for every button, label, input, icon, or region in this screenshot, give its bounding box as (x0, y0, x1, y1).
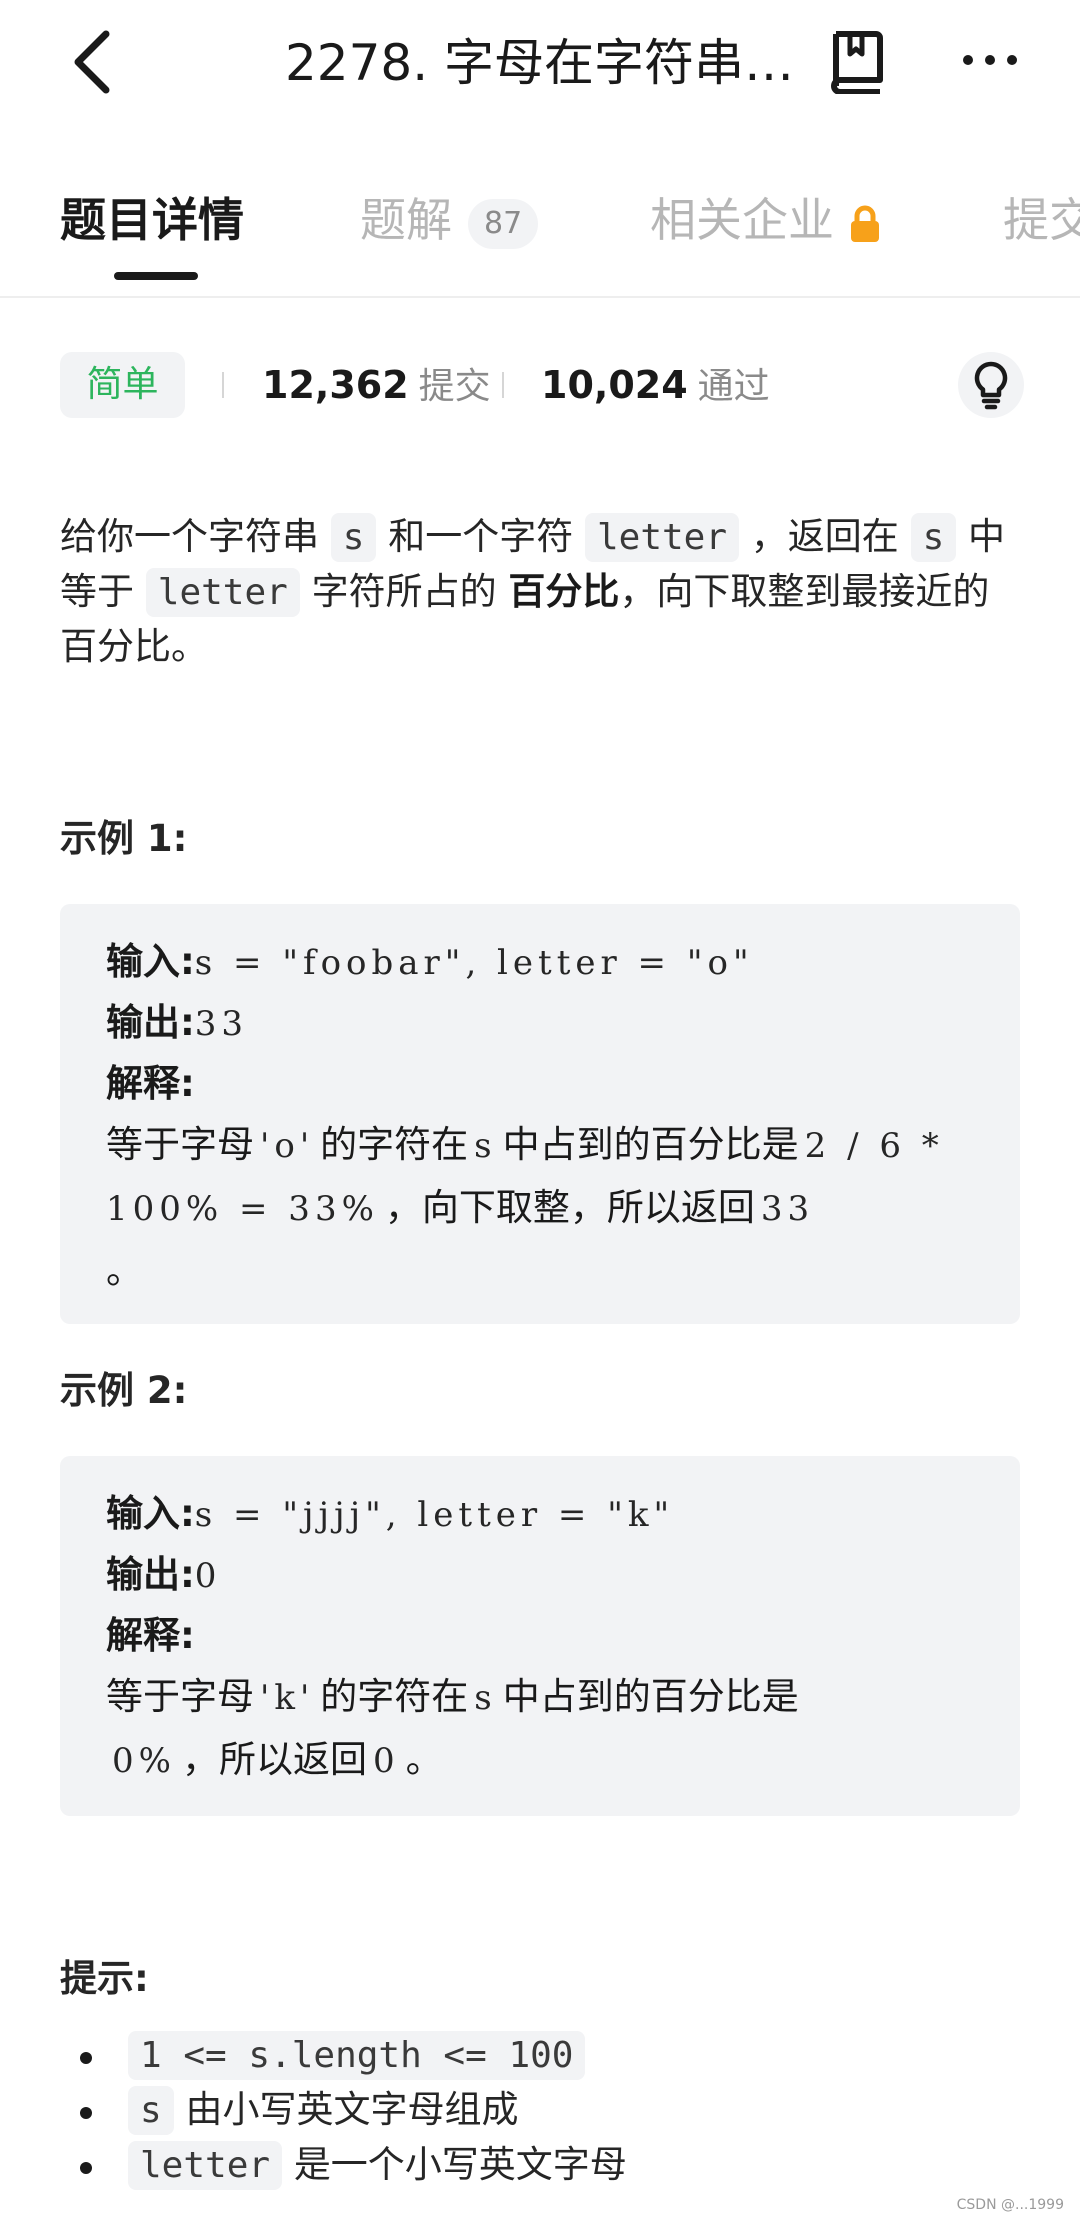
example-output: 输出:33 (106, 993, 974, 1054)
explain-text: 的字符在 (320, 1675, 469, 1718)
explain-text: 中占到的百分比是 (502, 1675, 799, 1718)
tip-item: 1 <= s.length <= 100 (80, 2028, 1028, 2083)
example-output: 输出:0 (106, 1545, 974, 1606)
explain-code: 0% (112, 1741, 176, 1781)
desc-text: 和一个字符 (388, 515, 574, 558)
explain-text: 。 (405, 1738, 443, 1781)
explain-text: ，所以返回 (181, 1738, 367, 1781)
header-bar: 2278. 字母在字符串… (0, 0, 1080, 125)
accepted-label: 通过 (697, 366, 770, 407)
desc-bold-text: 百分比 (508, 570, 620, 613)
output-value: 0 (194, 1556, 222, 1596)
input-label: 输入: (106, 940, 195, 983)
explain-code: 33 (760, 1189, 815, 1229)
tip-item: letter 是一个小写英文字母 (80, 2138, 1028, 2193)
tip-code: s (128, 2086, 174, 2135)
explain-label: 解释: (106, 1614, 195, 1657)
tab-label: 相关企业 (650, 193, 834, 247)
tab-label: 提交 (1003, 193, 1080, 247)
accepted-number: 10,024 (541, 363, 688, 407)
example-explanation: 等于字母'o' 的字符在 s 中占到的百分比是 2 / 6 * 100% = 33% ，向… (106, 1114, 974, 1302)
tips-title: 提示: (60, 1957, 149, 2000)
explain-label: 解释: (106, 1062, 195, 1105)
output-label: 输出: (106, 1001, 195, 1044)
explain-text: 等于字母 (106, 1123, 254, 1166)
output-value: 33 (194, 1004, 249, 1044)
tab-label: 题解 (360, 193, 452, 247)
tips-list: 1 <= s.length <= 100 s 由小写英文字母组成 letter … (80, 2028, 1028, 2193)
example-explanation: 等于字母'k' 的字符在 s 中占到的百分比是 0% ，所以返回 0。 (106, 1666, 974, 1792)
example-1-block: 输入:s = "foobar", letter = "o" 输出:33 解释: … (60, 904, 1020, 1324)
submission-count: 12,362 提交 (262, 352, 491, 418)
example-input: 输入:s = "foobar", letter = "o" (106, 932, 974, 993)
output-label: 输出: (106, 1553, 195, 1596)
lightbulb-icon (974, 361, 1008, 410)
example-input: 输入:s = "jjjj", letter = "k" (106, 1484, 974, 1545)
example-explanation-label: 解释: (106, 1054, 974, 1114)
chevron-left-icon[interactable] (62, 28, 122, 96)
book-icon[interactable] (828, 28, 888, 94)
example-2-title: 示例 2: (60, 1369, 188, 1412)
inline-code: s (910, 513, 957, 562)
difficulty-badge: 简单 (60, 352, 185, 418)
problem-description: 给你一个字符串 s 和一个字符 letter ，返回在 s 中等于 letter… (60, 510, 1025, 674)
explain-code: s (474, 1678, 497, 1718)
input-value: s = "foobar", letter = "o" (194, 943, 754, 983)
lock-icon (851, 205, 879, 242)
submission-label: 提交 (418, 366, 491, 407)
explain-text: 的字符在 (320, 1123, 469, 1166)
divider (222, 372, 224, 398)
explain-text: 。 (106, 1249, 143, 1292)
inline-code: letter (145, 568, 300, 617)
tab-submissions[interactable]: 提交 (1003, 180, 1080, 260)
accepted-count: 10,024 通过 (541, 352, 770, 418)
watermark: CSDN @...1999 (956, 2197, 1064, 2213)
explain-text: ，向下取整，所以返回 (384, 1186, 755, 1229)
solutions-count-badge: 87 (468, 198, 539, 249)
tab-solutions[interactable]: 题解 87 (360, 180, 539, 260)
tab-label: 题目详情 (60, 193, 244, 247)
hint-button[interactable] (958, 352, 1024, 418)
input-label: 输入: (106, 1492, 195, 1535)
submission-number: 12,362 (262, 363, 409, 407)
desc-text: 字符所占的 (311, 570, 497, 613)
example-2-block: 输入:s = "jjjj", letter = "k" 输出:0 解释: 等于字… (60, 1456, 1020, 1816)
page-title: 2278. 字母在字符串… (285, 34, 795, 92)
example-1-title: 示例 1: (60, 817, 188, 860)
tip-item: s 由小写英文字母组成 (80, 2083, 1028, 2138)
stats-row: 简单 12,362 提交 10,024 通过 (0, 352, 1080, 418)
explain-text: 中占到的百分比是 (502, 1123, 799, 1166)
tip-text: 是一个小写英文字母 (293, 2143, 627, 2186)
desc-text: ，返回在 (750, 515, 899, 558)
explain-text: 等于字母 (106, 1675, 254, 1718)
active-tab-indicator (114, 272, 198, 280)
explain-code: 'k' (260, 1678, 315, 1718)
inline-code: s (330, 513, 377, 562)
inline-code: letter (584, 513, 740, 562)
explain-code: 'o' (260, 1126, 315, 1166)
tip-code: letter (128, 2141, 283, 2190)
more-icon[interactable] (960, 45, 1020, 75)
input-value: s = "jjjj", letter = "k" (194, 1495, 675, 1535)
tip-text: 由小写英文字母组成 (185, 2088, 519, 2131)
explain-code: 0 (372, 1741, 400, 1781)
example-explanation-label: 解释: (106, 1606, 974, 1666)
tab-problem-detail[interactable]: 题目详情 (60, 180, 244, 260)
explain-code: s (474, 1126, 497, 1166)
divider (502, 372, 504, 398)
tab-related-companies[interactable]: 相关企业 (650, 180, 882, 260)
tab-bar: 题目详情 题解 87 相关企业 提交 (0, 180, 1080, 298)
desc-text: 给你一个字符串 (60, 515, 319, 558)
tip-code: 1 <= s.length <= 100 (128, 2031, 586, 2080)
